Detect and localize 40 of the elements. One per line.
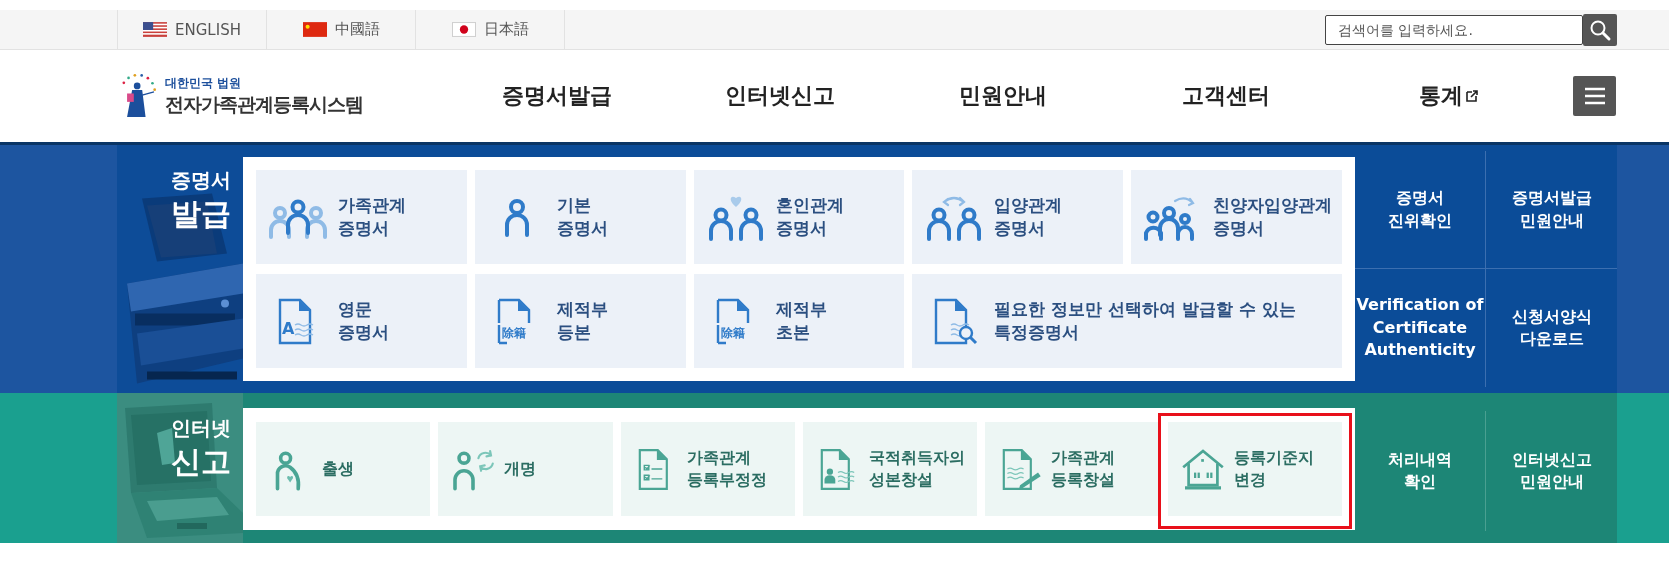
quick-link[interactable]: 증명서 진위확인	[1355, 151, 1486, 269]
menu-button[interactable]	[1573, 76, 1616, 116]
nav-link[interactable]: 고객센터	[1114, 81, 1337, 111]
menu-tile[interactable]: 가족관계 증명서	[256, 170, 467, 264]
logo-link[interactable]: 대한민국 법원 전자가족관계등록시스템	[117, 73, 445, 119]
menu-tile[interactable]: 개명	[438, 422, 613, 516]
menu-tile[interactable]: 기본 증명서	[474, 170, 686, 264]
menu-tile[interactable]: 친양자입양관계 증명서	[1131, 170, 1342, 264]
menu-tile[interactable]: 혼인관계 증명서	[693, 170, 905, 264]
section-title: 인터넷	[171, 415, 231, 442]
menu-tile[interactable]: 국적취득자의 성본창설	[803, 422, 978, 516]
menu-icon	[1582, 86, 1607, 106]
quick-link[interactable]: 인터넷신고 민원안내	[1486, 411, 1617, 531]
search-button[interactable]	[1583, 13, 1617, 46]
quick-link[interactable]: 신청서양식 다운로드	[1486, 269, 1617, 387]
menu-tile[interactable]: 등록기준지 변경	[1167, 422, 1342, 516]
language-link[interactable]: 日本語	[416, 10, 565, 49]
menu-tile[interactable]: 가족관계 등록부정정	[620, 422, 795, 516]
menu-tile[interactable]: 입양관계 증명서	[912, 170, 1124, 264]
quick-link[interactable]: 처리내역 확인	[1355, 411, 1486, 531]
menu-tile[interactable]: 필요한 정보만 선택하여 발급할 수 있는 특정증명서	[912, 274, 1342, 368]
menu-tile[interactable]: A 영문 증명서	[256, 274, 467, 368]
quick-link[interactable]: Verification of Certificate Authenticity	[1355, 269, 1486, 387]
section-title: 신고	[171, 443, 231, 481]
language-link[interactable]: ENGLISH	[118, 10, 267, 49]
china-flag-icon	[302, 22, 327, 37]
nav-link[interactable]: 민원안내	[891, 81, 1114, 111]
nav-link[interactable]: 인터넷신고	[668, 81, 891, 111]
nav-link[interactable]: 증명서발급	[445, 81, 668, 111]
language-link[interactable]: 中國語	[267, 10, 416, 49]
us-flag-icon	[143, 22, 168, 37]
menu-tile[interactable]: 除籍 제적부 초본	[693, 274, 905, 368]
search-field[interactable]: 검색어를 입력하세요.	[1325, 14, 1583, 45]
japan-flag-icon	[451, 22, 476, 37]
menu-tile[interactable]: 除籍 제적부 등본	[474, 274, 686, 368]
nav-link[interactable]: 통계	[1337, 81, 1560, 111]
external-link-icon	[1466, 90, 1478, 102]
menu-tile[interactable]: 가족관계 등록창설	[985, 422, 1160, 516]
menu-tile[interactable]: 출생	[256, 422, 431, 516]
quick-link[interactable]: 증명서발급 민원안내	[1486, 151, 1617, 269]
